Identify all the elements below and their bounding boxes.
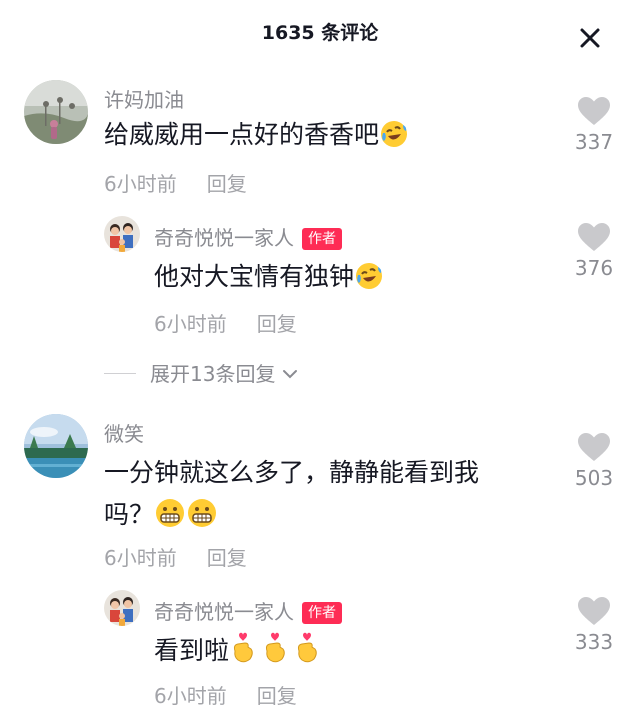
divider xyxy=(104,373,136,374)
comment-author[interactable]: 奇奇悦悦一家人 作者 xyxy=(154,222,342,251)
like-count: 337 xyxy=(574,130,614,154)
avatar[interactable] xyxy=(24,414,88,478)
comment-meta: 6小时前 回复 xyxy=(104,542,247,571)
reply-button[interactable]: 回复 xyxy=(207,172,247,196)
comment-text: 他对大宝情有独钟 xyxy=(154,256,384,304)
comment-meta: 6小时前 回复 xyxy=(154,680,297,709)
comment-author[interactable]: 奇奇悦悦一家人 作者 xyxy=(154,596,342,625)
comment-time: 6小时前 xyxy=(104,172,177,196)
like-count: 503 xyxy=(574,466,614,490)
reply-button[interactable]: 回复 xyxy=(207,546,247,570)
expand-replies-button[interactable]: 展开13条回复 xyxy=(104,358,298,387)
comment-text: 给威威用一点好的香香吧 xyxy=(104,114,409,162)
author-name[interactable]: 奇奇悦悦一家人 xyxy=(154,600,294,624)
heart-icon xyxy=(578,97,610,125)
comment-author[interactable]: 许妈加油 xyxy=(104,84,184,113)
avatar[interactable] xyxy=(104,216,140,252)
like-button[interactable]: 337 xyxy=(568,96,620,154)
expand-replies-label: 展开13条回复 xyxy=(150,362,276,386)
comments-header: 1635 条评论 xyxy=(0,0,640,70)
reply-button[interactable]: 回复 xyxy=(257,312,297,336)
like-count: 376 xyxy=(574,256,614,280)
like-button[interactable]: 503 xyxy=(568,432,620,490)
comment-text-content: 给威威用一点好的香香吧 xyxy=(104,120,380,149)
comment-text-content: 看到啦 xyxy=(154,636,230,665)
author-badge: 作者 xyxy=(302,602,342,624)
avatar[interactable] xyxy=(104,590,140,626)
heart-icon xyxy=(578,597,610,625)
comment-text: 看到啦 xyxy=(154,630,325,678)
laughing-tears-emoji-icon xyxy=(379,119,409,162)
like-button[interactable]: 376 xyxy=(568,222,620,280)
comment-text-content: 吗？ xyxy=(104,500,155,529)
comment-time: 6小时前 xyxy=(154,312,227,336)
comment-meta: 6小时前 回复 xyxy=(154,308,297,337)
comment-text-line: 一分钟就这么多了，静静能看到我 xyxy=(104,458,480,487)
finger-heart-emoji-icon xyxy=(229,631,325,678)
author-name[interactable]: 奇奇悦悦一家人 xyxy=(154,226,294,250)
comment-text-content: 他对大宝情有独钟 xyxy=(154,262,355,291)
comment-text: 一分钟就这么多了，静静能看到我 吗？ xyxy=(104,452,479,542)
heart-icon xyxy=(578,433,610,461)
reply-button[interactable]: 回复 xyxy=(257,684,297,708)
comment-meta: 6小时前 回复 xyxy=(104,168,247,197)
comment-author[interactable]: 微笑 xyxy=(104,418,144,447)
close-icon[interactable] xyxy=(574,22,606,54)
heart-icon xyxy=(578,223,610,251)
like-count: 333 xyxy=(574,630,614,654)
grinning-emoji-icon xyxy=(154,497,186,542)
laughing-tears-emoji-icon xyxy=(354,261,384,304)
comment-time: 6小时前 xyxy=(104,546,177,570)
avatar[interactable] xyxy=(24,80,88,144)
comment-time: 6小时前 xyxy=(154,684,227,708)
comment-text-line-2: 吗？ xyxy=(104,494,479,542)
comments-title: 1635 条评论 xyxy=(261,22,379,44)
grinning-emoji-icon xyxy=(186,497,218,542)
like-button[interactable]: 333 xyxy=(568,596,620,654)
chevron-down-icon xyxy=(282,360,298,384)
author-badge: 作者 xyxy=(302,228,342,250)
